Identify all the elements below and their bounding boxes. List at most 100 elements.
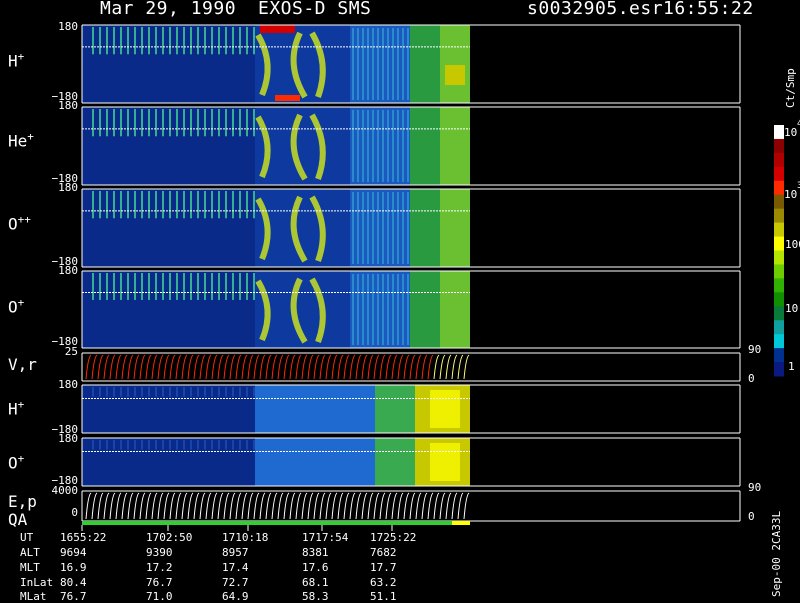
trace-line — [253, 354, 260, 380]
trace-line — [235, 354, 242, 380]
spectrogram-stripe — [225, 273, 227, 300]
eph-value: 68.1 — [302, 576, 329, 589]
spectrogram-stripe — [387, 274, 389, 345]
trace-line — [421, 492, 428, 520]
trace-line — [199, 492, 206, 520]
trace-line — [229, 492, 236, 520]
right-tick: 90 — [748, 481, 762, 494]
eph-value: 16.9 — [60, 561, 87, 574]
trace-line — [301, 354, 308, 380]
spectrogram-stripe — [362, 28, 364, 100]
spectrogram-stripe — [218, 273, 220, 300]
spectrogram-stripe — [141, 387, 143, 397]
eph-label-mlt: MLT — [20, 561, 40, 574]
spectrogram-stripe — [253, 109, 255, 137]
spectrogram-region — [440, 189, 470, 267]
trace-line — [313, 354, 320, 380]
plot-area — [81, 24, 784, 531]
right-tick: 90 — [748, 343, 762, 356]
spectrogram-region — [430, 390, 460, 428]
spectrogram-stripe — [134, 109, 136, 137]
trace-line — [367, 492, 374, 520]
spectrogram-stripe — [190, 273, 192, 300]
trace-line — [463, 354, 470, 380]
trace-line — [415, 492, 422, 520]
spectrogram-region — [375, 385, 415, 433]
trace-line — [175, 354, 182, 380]
spectrogram-stripe — [239, 109, 241, 137]
tick-top: 180 — [58, 432, 78, 445]
qa-strip-flag — [452, 521, 470, 525]
spectrogram-stripe — [218, 440, 220, 450]
spectrogram-stripe — [239, 387, 241, 397]
spectrogram-stripe — [397, 28, 399, 100]
spectrogram-stripe — [127, 191, 129, 219]
eph-value: 80.4 — [60, 576, 87, 589]
colorbar-swatch — [774, 194, 784, 210]
trace-line — [367, 354, 374, 380]
trace-line — [343, 354, 350, 380]
colorbar-swatch — [774, 250, 784, 265]
tick-bottom: 0 — [71, 506, 78, 519]
spectrogram-stripe — [106, 27, 108, 55]
colorbar-tick-1: 1 — [788, 360, 795, 373]
spectrogram-stripe — [387, 192, 389, 264]
colorbar-swatch — [774, 125, 784, 140]
spectrogram-stripe — [392, 28, 394, 100]
trace-line — [157, 492, 164, 520]
spectrogram-stripe — [141, 191, 143, 219]
spectrogram-stripe — [387, 110, 389, 182]
trace-line — [409, 354, 416, 380]
eph-value: 1702:50 — [146, 531, 193, 544]
spectrogram-figure: Mar 29, 1990 EXOS-D SMS s0032905.esr 16:… — [0, 0, 800, 603]
spectrogram-stripe — [211, 27, 213, 55]
spectrogram-stripe — [218, 387, 220, 397]
eph-value: 1725:22 — [370, 531, 417, 544]
spectrogram-stripe — [232, 273, 234, 300]
trace-line — [313, 492, 320, 520]
colorbar-swatch — [774, 208, 784, 224]
panel-label-qa: QA — [8, 510, 28, 529]
trace-line — [175, 492, 182, 520]
trace-line — [295, 492, 302, 520]
colorbar-swatch — [774, 320, 784, 335]
spectrogram-stripe — [190, 27, 192, 55]
spectrogram-stripe — [253, 27, 255, 55]
colorbar-swatch — [774, 292, 784, 307]
spectrogram-stripe — [225, 440, 227, 450]
eph-value: 17.2 — [146, 561, 173, 574]
spectrogram-stripe — [148, 27, 150, 55]
spectrogram-stripe — [113, 387, 115, 397]
spectrogram-stripe — [169, 191, 171, 219]
spectrogram-stripe — [246, 387, 248, 397]
spectrogram-stripe — [197, 387, 199, 397]
trace-line — [325, 354, 332, 380]
spectrogram-stripe — [357, 192, 359, 264]
spectrogram-stripe — [392, 110, 394, 182]
spectrogram-stripe — [92, 109, 94, 137]
colorbar-swatch — [774, 166, 784, 182]
spectrogram-stripe — [204, 109, 206, 137]
footer-note: Sep-00 2CA33L — [770, 510, 783, 597]
trace-line — [433, 354, 440, 380]
spectrogram-stripe — [169, 387, 171, 397]
spectrogram-stripe — [372, 274, 374, 345]
trace-line — [445, 354, 452, 380]
spectrogram-stripe — [253, 387, 255, 397]
panel-label-h-plus-2: H+ — [8, 398, 25, 419]
spectrogram-stripe — [99, 27, 101, 55]
spectrogram-stripe — [183, 440, 185, 450]
spectrogram-stripe — [362, 110, 364, 182]
panel-label-ep: E,p — [8, 492, 37, 511]
trace-line — [337, 354, 344, 380]
eph-value: 1717:54 — [302, 531, 349, 544]
trace-line — [361, 354, 368, 380]
spectrogram-stripe — [127, 109, 129, 137]
panel-label-he-plus: He+ — [8, 130, 34, 151]
eph-value: 9390 — [146, 546, 173, 559]
tick-top: 4000 — [51, 484, 79, 497]
spectrogram-stripe — [99, 440, 101, 450]
spectrogram-stripe — [197, 109, 199, 137]
trace-line — [169, 354, 176, 380]
spectrogram-stripe — [148, 109, 150, 137]
